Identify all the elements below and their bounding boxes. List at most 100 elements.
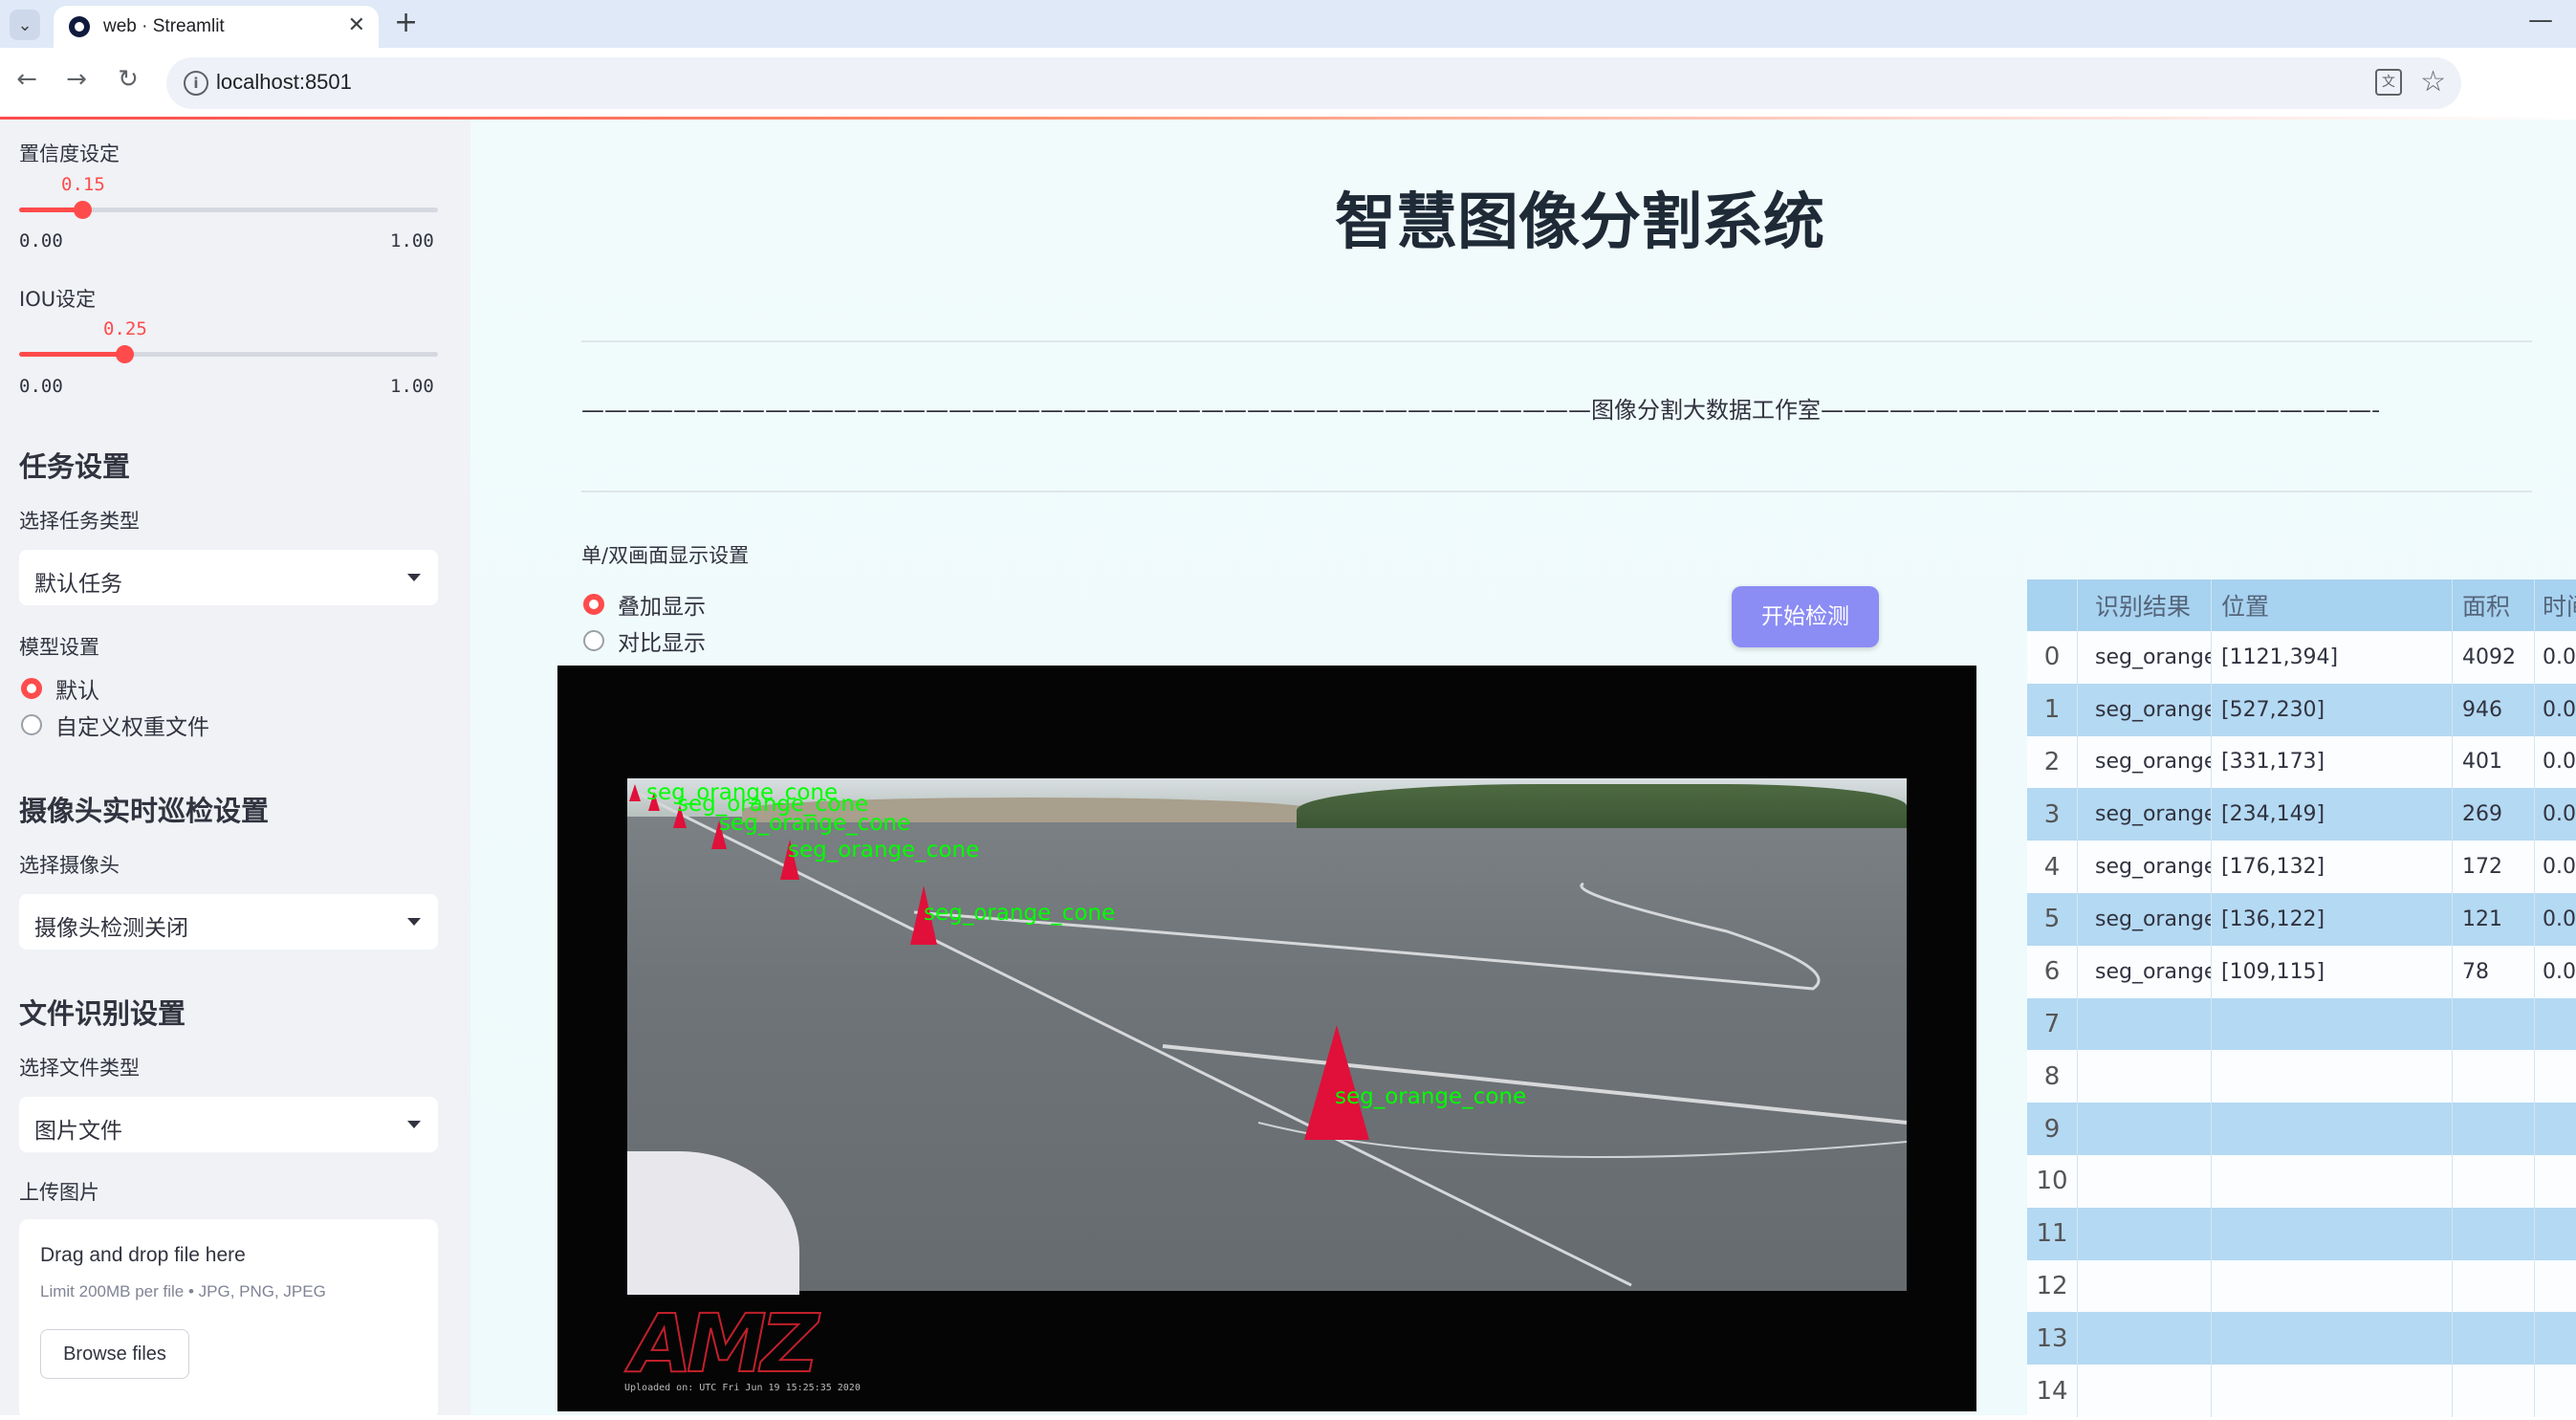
table-row[interactable]: 13 — [2027, 1312, 2576, 1365]
display-mode-label: 单/双画面显示设置 — [581, 544, 750, 567]
detection-label-0: seg_orange_cone — [1335, 1084, 1527, 1109]
address-bar: ← → ↻ i localhost:8501 文 ☆ — [0, 48, 2576, 119]
file-header: 文件识别设置 — [19, 997, 186, 1030]
browse-files-button[interactable]: Browse files — [40, 1329, 189, 1379]
upload-label: 上传图片 — [19, 1181, 99, 1204]
iou-slider[interactable] — [19, 345, 438, 363]
chevron-down-icon — [407, 1121, 421, 1128]
chevron-down-icon[interactable]: ⌄ — [10, 10, 40, 40]
table-row[interactable]: 10 — [2027, 1154, 2576, 1208]
detection-image: seg_orange_cone seg_orange_cone seg_oran… — [627, 778, 1907, 1295]
table-row[interactable]: 6 seg_orange_cone[109,115]780.03 — [2027, 945, 2576, 998]
row-result — [2077, 1259, 2211, 1313]
row-time: 0.03 — [2534, 945, 2576, 998]
reload-icon[interactable]: ↻ — [111, 65, 145, 94]
table-row[interactable]: 1 seg_orange_cone[527,230]9460.04 — [2027, 683, 2576, 736]
task-type-select[interactable]: 默认任务 — [19, 550, 438, 605]
radio-model-default[interactable]: 默认 — [21, 672, 99, 705]
row-position: [136,122] — [2211, 892, 2452, 946]
row-result: seg_orange_cone — [2077, 735, 2211, 789]
header-time[interactable]: 时间 — [2534, 579, 2576, 631]
row-position: [176,132] — [2211, 841, 2452, 893]
iou-slider-fill — [19, 352, 124, 357]
row-index: 14 — [2036, 1376, 2068, 1406]
row-time: 0.01 — [2534, 892, 2576, 946]
streamlit-icon — [69, 16, 90, 37]
row-result: seg_orange_cone — [2077, 841, 2211, 893]
camera-select[interactable]: 摄像头检测关闭 — [19, 894, 438, 950]
plus-icon[interactable]: + — [394, 8, 418, 38]
table-row[interactable]: 8 — [2027, 1050, 2576, 1103]
confidence-slider[interactable] — [19, 201, 438, 219]
radio-on-icon[interactable] — [21, 678, 42, 699]
row-index: 6 — [2043, 957, 2061, 987]
close-icon[interactable]: ✕ — [348, 13, 365, 37]
star-icon[interactable]: ☆ — [2420, 65, 2446, 98]
table-row[interactable]: 9 — [2027, 1103, 2576, 1155]
radio-off-icon[interactable] — [21, 714, 42, 735]
table-row[interactable]: 3 seg_orange_cone[234,149]2690.02 — [2027, 788, 2576, 841]
camera-label: 选择摄像头 — [19, 854, 120, 877]
table-row[interactable]: 4 seg_orange_cone[176,132]1720.02 — [2027, 841, 2576, 893]
camera-header: 摄像头实时巡检设置 — [19, 795, 270, 827]
table-row[interactable]: 5 seg_orange_cone[136,122]1210.01 — [2027, 892, 2576, 946]
row-time — [2534, 1365, 2576, 1417]
minimize-icon[interactable]: — — [2528, 6, 2553, 34]
row-result: seg_orange_cone — [2077, 683, 2211, 736]
table-row[interactable]: 0 seg_orange_cone[1121,394]40920.02 — [2027, 631, 2576, 684]
banner-text: ————————————————————————————————————————… — [581, 397, 2379, 424]
radio-label: 对比显示 — [618, 631, 706, 656]
start-detection-button[interactable]: 开始检测 — [1732, 586, 1879, 647]
row-time: 0.05 — [2534, 735, 2576, 789]
row-area — [2452, 1365, 2534, 1417]
file-type-select[interactable]: 图片文件 — [19, 1097, 438, 1152]
confidence-min: 0.00 — [19, 230, 63, 251]
table-row[interactable]: 12 — [2027, 1259, 2576, 1313]
translate-icon[interactable]: 文 — [2375, 69, 2402, 96]
row-area: 269 — [2452, 788, 2534, 841]
iou-slider-thumb[interactable] — [116, 345, 134, 363]
row-result — [2077, 1365, 2211, 1417]
row-area — [2452, 997, 2534, 1051]
row-area: 401 — [2452, 735, 2534, 789]
iou-max: 1.00 — [390, 376, 434, 397]
header-area[interactable]: 面积 — [2452, 579, 2534, 631]
radio-compare[interactable]: 对比显示 — [583, 624, 706, 657]
radio-on-icon[interactable] — [583, 594, 604, 615]
table-row[interactable]: 11 — [2027, 1207, 2576, 1260]
omnibox[interactable]: i localhost:8501 文 ☆ — [166, 57, 2461, 109]
iou-label: IOU设定 — [19, 288, 97, 311]
detection-label-2: seg_orange_cone — [788, 838, 980, 863]
radio-off-icon[interactable] — [583, 630, 604, 651]
confidence-slider-thumb[interactable] — [74, 201, 92, 219]
row-position: [1121,394] — [2211, 631, 2452, 684]
info-icon[interactable]: i — [184, 71, 208, 96]
chevron-down-icon — [407, 918, 421, 926]
table-row[interactable]: 7 — [2027, 997, 2576, 1051]
url-text[interactable]: localhost:8501 — [216, 70, 352, 95]
radio-label: 默认 — [55, 679, 99, 704]
row-index: 1 — [2043, 695, 2061, 725]
cone-mask-0 — [1304, 1025, 1369, 1140]
row-time — [2534, 1207, 2576, 1260]
file-uploader[interactable]: Drag and drop file here Limit 200MB per … — [19, 1219, 438, 1420]
table-row[interactable]: 14 — [2027, 1365, 2576, 1417]
row-area — [2452, 1207, 2534, 1260]
row-position — [2211, 1365, 2452, 1417]
table-row[interactable]: 2 seg_orange_cone[331,173]4010.05 — [2027, 735, 2576, 789]
row-index: 2 — [2043, 747, 2061, 776]
arrow-left-icon[interactable]: ← — [10, 65, 44, 94]
row-position — [2211, 997, 2452, 1051]
row-result — [2077, 1154, 2211, 1208]
row-time — [2534, 997, 2576, 1051]
radio-overlay[interactable]: 叠加显示 — [583, 588, 706, 621]
browser-tab[interactable]: web · Streamlit ✕ — [54, 6, 379, 48]
row-area: 121 — [2452, 892, 2534, 946]
row-result: seg_orange_cone — [2077, 892, 2211, 946]
radio-model-custom[interactable]: 自定义权重文件 — [21, 709, 209, 741]
amz-logo: AMZ — [629, 1296, 819, 1391]
arrow-right-icon[interactable]: → — [59, 65, 94, 94]
header-position[interactable]: 位置 — [2211, 579, 2452, 631]
header-result[interactable]: 识别结果 — [2077, 579, 2211, 631]
results-table[interactable]: 识别结果 位置 面积 时间 0seg_orange_cone[1121,394]… — [2027, 579, 2576, 1417]
